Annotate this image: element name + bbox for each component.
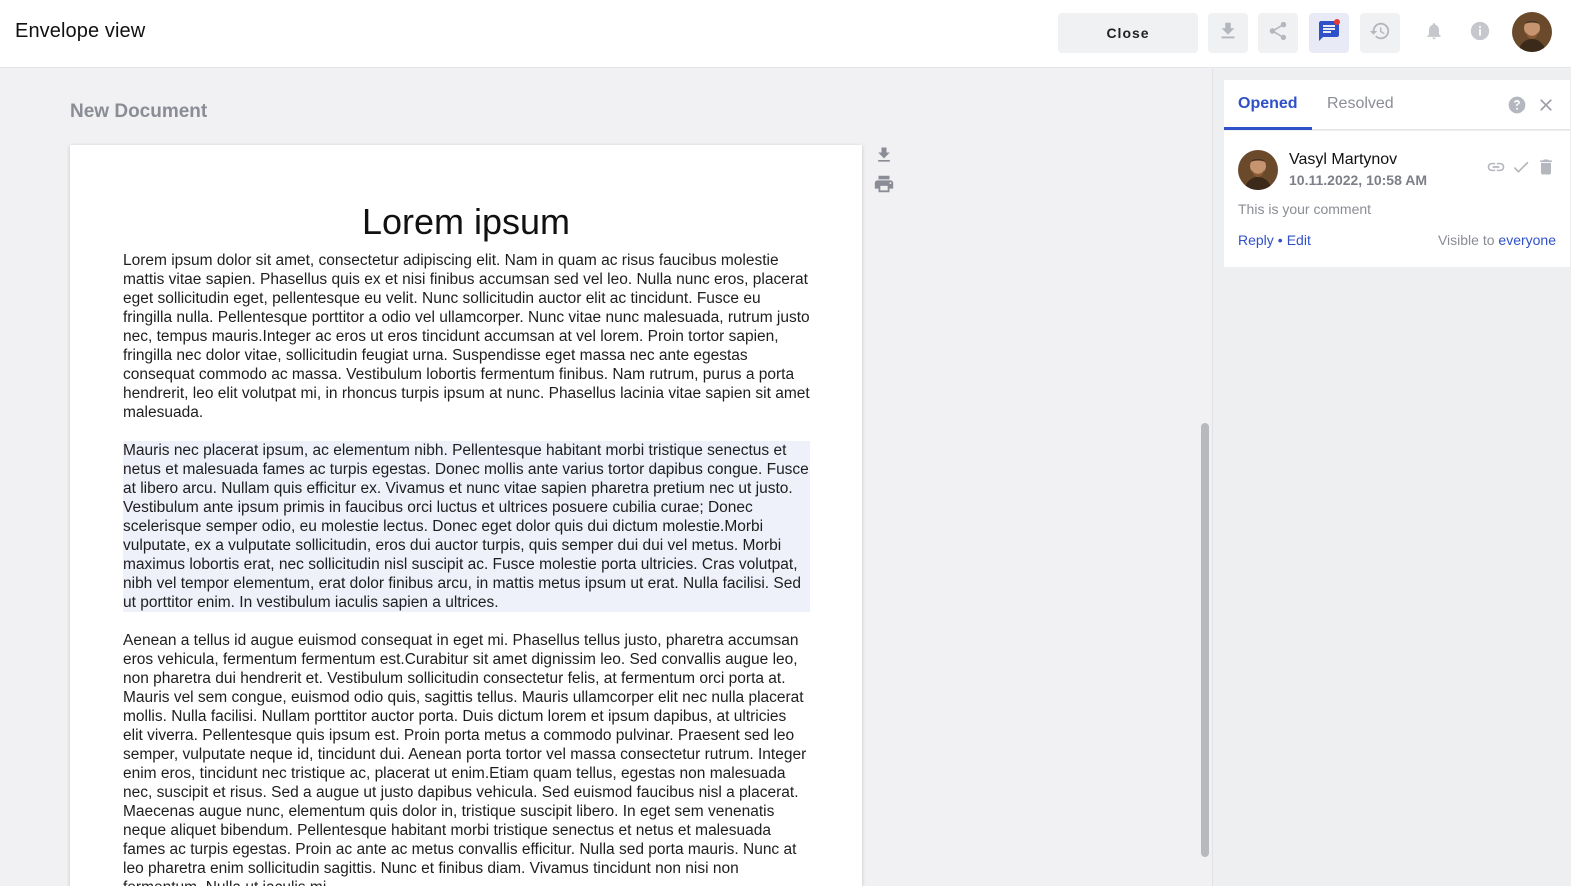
comment-author: Vasyl Martynov xyxy=(1289,151,1398,168)
copy-link-button[interactable] xyxy=(1486,159,1506,179)
check-icon xyxy=(1511,157,1531,182)
page-download-button[interactable] xyxy=(872,145,896,169)
download-icon xyxy=(1217,20,1239,47)
app-title: Envelope view xyxy=(15,20,146,42)
comments-icon xyxy=(1317,18,1341,48)
comments-tabs: Opened Resolved xyxy=(1224,80,1570,130)
separator-dot: • xyxy=(1277,232,1283,248)
link-icon xyxy=(1486,157,1506,182)
close-button[interactable]: Close xyxy=(1058,13,1198,53)
notifications-button[interactable] xyxy=(1421,20,1447,46)
trash-icon xyxy=(1536,157,1556,182)
document-title: Lorem ipsum xyxy=(361,201,571,242)
help-icon[interactable] xyxy=(1507,95,1527,115)
share-button[interactable] xyxy=(1258,13,1298,53)
download-button[interactable] xyxy=(1208,13,1248,53)
comment-date: 10.11.2022, 10:58 AM xyxy=(1289,172,1428,188)
document-paragraph-highlighted[interactable]: Mauris nec placerat ipsum, ac elementum … xyxy=(123,441,810,612)
tab-opened[interactable]: Opened xyxy=(1238,95,1298,113)
edit-link[interactable]: Edit xyxy=(1287,232,1311,248)
download-icon xyxy=(874,145,894,170)
commenter-avatar xyxy=(1238,150,1278,190)
comment-actions: Reply • Edit xyxy=(1238,232,1311,248)
comment-visibility: Visible to everyone xyxy=(1438,232,1556,248)
print-icon xyxy=(873,173,895,200)
reply-link[interactable]: Reply xyxy=(1238,232,1274,248)
top-bar: Envelope view Close xyxy=(0,0,1571,68)
comment-text: This is your comment xyxy=(1238,201,1372,217)
visibility-label: Visible to xyxy=(1437,232,1495,248)
visibility-audience-link[interactable]: everyone xyxy=(1498,232,1556,248)
document-paragraph: Aenean a tellus id augue euismod consequ… xyxy=(123,632,807,886)
document-paragraph: Lorem ipsum dolor sit amet, consectetur … xyxy=(123,252,810,421)
document-name: New Document xyxy=(70,101,208,122)
comments-button[interactable] xyxy=(1309,13,1349,53)
user-avatar[interactable] xyxy=(1512,12,1552,52)
print-button[interactable] xyxy=(872,174,896,198)
close-panel-icon[interactable] xyxy=(1536,95,1556,115)
scrollbar-thumb[interactable] xyxy=(1201,423,1209,857)
history-icon xyxy=(1369,20,1391,47)
share-icon xyxy=(1267,20,1289,47)
document-page: Lorem ipsum Lorem ipsum dolor sit amet, … xyxy=(70,145,862,886)
info-button[interactable] xyxy=(1467,20,1493,46)
tab-resolved[interactable]: Resolved xyxy=(1327,95,1394,113)
info-icon xyxy=(1469,20,1491,47)
bell-icon xyxy=(1424,21,1444,46)
comment-card: Vasyl Martynov 10.11.2022, 10:58 AM This… xyxy=(1224,131,1570,267)
history-button[interactable] xyxy=(1360,13,1400,53)
resolve-button[interactable] xyxy=(1511,159,1531,179)
delete-button[interactable] xyxy=(1536,159,1556,179)
active-tab-indicator xyxy=(1224,127,1312,130)
